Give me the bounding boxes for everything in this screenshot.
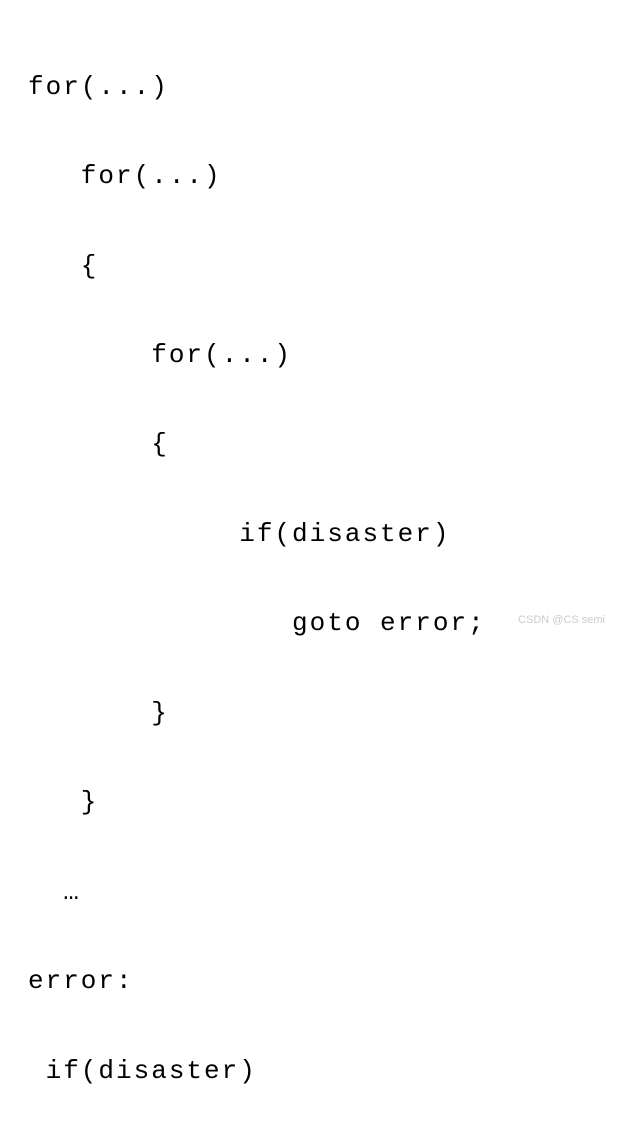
code-line-3: { [28, 244, 609, 289]
code-line-12: if(disaster) [28, 1049, 609, 1094]
code-line-9: } [28, 780, 609, 825]
watermark: CSDN @CS semi [518, 614, 605, 626]
code-snippet: for(...) for(...) { for(...) { if(disast… [28, 20, 609, 1138]
code-line-10: … [28, 870, 609, 915]
code-line-4: for(...) [28, 333, 609, 378]
code-line-6: if(disaster) [28, 512, 609, 557]
code-line-5: { [28, 422, 609, 467]
code-line-8: } [28, 691, 609, 736]
code-line-1: for(...) [28, 65, 609, 110]
code-line-2: for(...) [28, 154, 609, 199]
code-line-11: error: [28, 959, 609, 1004]
